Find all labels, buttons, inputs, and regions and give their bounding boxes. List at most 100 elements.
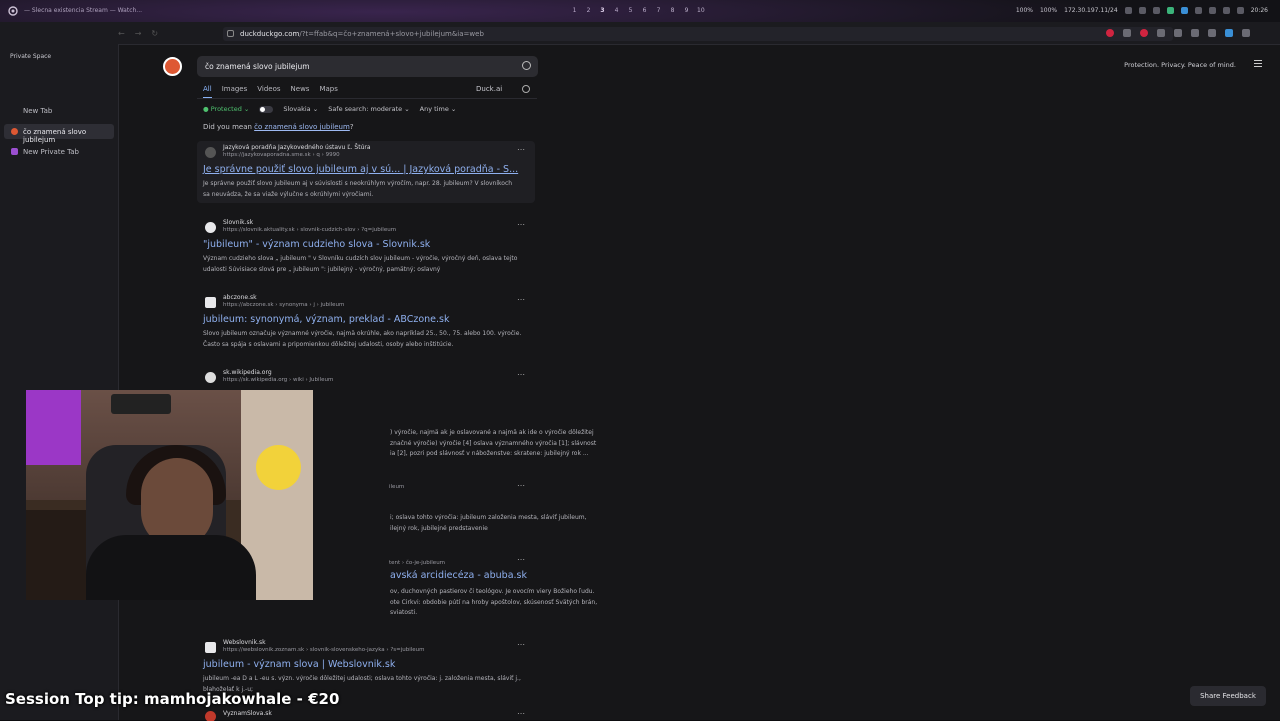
sidebar-item-current-tab[interactable]: čo znamená slovo jubilejum — [4, 124, 114, 144]
region-toggle[interactable] — [259, 105, 274, 113]
search-icon[interactable] — [522, 61, 531, 70]
private-tab-icon — [11, 148, 18, 155]
lock-icon[interactable] — [227, 30, 234, 37]
result-site-name[interactable]: VyznamSlova.sk — [223, 710, 272, 717]
workspace-7[interactable]: 7 — [655, 7, 662, 14]
workspace-3[interactable]: 3 — [599, 7, 606, 14]
duckai-link[interactable]: Duck.ai — [476, 85, 502, 93]
tray-app-icon[interactable] — [1152, 7, 1160, 14]
result-url[interactable]: https://jazykovaporadna.sme.sk › q › 999… — [223, 152, 340, 158]
extension-icon-4[interactable] — [1191, 29, 1199, 37]
tab-maps[interactable]: Maps — [319, 85, 337, 98]
more-options-icon[interactable]: ⋯ — [517, 640, 526, 649]
result-title[interactable]: jubileum: synonymá, význam, preklad - AB… — [203, 314, 450, 325]
battery-icon[interactable] — [1124, 7, 1132, 14]
address-bar[interactable]: duckduckgo.com/?t=ffab&q=čo+znamená+slov… — [223, 27, 1173, 41]
tab-images[interactable]: Images — [222, 85, 248, 98]
result-site-name[interactable]: Webslovnik.sk — [223, 639, 266, 646]
did-you-mean-link[interactable]: čo znamená slovo jubileum — [254, 123, 350, 131]
webcam-plush-toy — [256, 445, 301, 490]
forward-icon[interactable]: → — [135, 29, 142, 38]
tray-app-icon-5[interactable] — [1236, 7, 1244, 14]
sidebar-item-new-tab[interactable]: New Tab — [4, 103, 114, 118]
tab-news[interactable]: News — [291, 85, 310, 98]
extension-icon-red-2[interactable] — [1140, 29, 1148, 37]
snippet-line: udalosti Súvisiace slová pre „ jubileum … — [203, 265, 441, 273]
reload-icon[interactable]: ↻ — [151, 29, 158, 38]
search-input[interactable]: čo znamená slovo jubilejum — [197, 56, 538, 77]
extension-icon-2[interactable] — [1157, 29, 1165, 37]
result-title[interactable]: avská arcidiecéza - abuba.sk — [390, 570, 527, 581]
time-dropdown[interactable]: Any time ⌄ — [420, 105, 457, 113]
tray-app-icon-3[interactable] — [1194, 7, 1202, 14]
back-icon[interactable]: ← — [118, 29, 125, 38]
workspace-10[interactable]: 10 — [697, 7, 705, 14]
workspace-4[interactable]: 4 — [613, 7, 620, 14]
menu-icon[interactable] — [1254, 60, 1262, 67]
search-result: abczone.sk https://abczone.sk › synonyma… — [197, 291, 535, 355]
protected-dropdown[interactable]: ● Protected ⌄ — [203, 105, 249, 113]
space-label[interactable]: Private Space — [10, 53, 51, 60]
extension-icon-7[interactable] — [1242, 29, 1250, 37]
result-url[interactable]: https://slovnik.aktuality.sk › slovnik-c… — [223, 227, 396, 233]
result-url[interactable]: https://sk.wikipedia.org › wiki › Jubile… — [223, 377, 333, 383]
result-snippet: Slovo jubileum označuje významné výročie… — [203, 329, 533, 350]
workspace-2[interactable]: 2 — [585, 7, 592, 14]
workspace-5[interactable]: 5 — [627, 7, 634, 14]
extension-icon-1[interactable] — [1123, 29, 1131, 37]
snippet-line: Význam cudzieho slova „ jubileum " v Slo… — [203, 255, 518, 262]
result-url[interactable]: tent › čo-je-jubileum — [389, 560, 445, 566]
settings-icon[interactable] — [1138, 7, 1146, 14]
webcam-mic — [26, 510, 86, 600]
snippet-line: Slovo jubileum označuje významné výročie… — [203, 330, 522, 337]
duckduckgo-logo-icon[interactable] — [163, 57, 182, 76]
result-url[interactable]: https://webslovnik.zoznam.sk › slovnik-s… — [223, 647, 425, 653]
share-feedback-button[interactable]: Share Feedback — [1190, 686, 1266, 706]
result-snippet: Je správne použiť slovo jubileum aj v sú… — [203, 179, 533, 200]
workspace-8[interactable]: 8 — [669, 7, 676, 14]
workspace-9[interactable]: 9 — [683, 7, 690, 14]
snippet-line: jubileum -ea D a L -eu s. význ. výročie … — [203, 675, 521, 682]
volume-level-1[interactable]: 100% — [1016, 7, 1033, 14]
gear-icon[interactable] — [522, 85, 530, 93]
result-url[interactable]: ileum — [389, 484, 404, 490]
snippet-line: značné výročie) výročie [4] oslava význa… — [390, 439, 597, 447]
result-site-name[interactable]: sk.wikipedia.org — [223, 369, 272, 376]
more-options-icon[interactable]: ⋯ — [517, 145, 526, 154]
result-site-name[interactable]: Slovnik.sk — [223, 219, 253, 226]
region-dropdown[interactable]: Slovakia ⌄ — [283, 105, 318, 113]
bluetooth-icon[interactable] — [1180, 7, 1188, 14]
result-title[interactable]: "jubileum" - význam cudzieho slova - Slo… — [203, 239, 430, 250]
sidebar-item-new-private-tab[interactable]: New Private Tab — [4, 144, 114, 159]
more-options-icon[interactable]: ⋯ — [517, 370, 526, 379]
tray-app-icon-2[interactable] — [1166, 7, 1174, 14]
tray-app-icon-4[interactable] — [1222, 7, 1230, 14]
search-result: Slovnik.sk https://slovnik.aktuality.sk … — [197, 216, 535, 280]
site-favicon-icon — [205, 297, 216, 308]
sidebar-item-label: New Private Tab — [23, 148, 79, 156]
extension-icon-3[interactable] — [1174, 29, 1182, 37]
volume-level-2[interactable]: 100% — [1040, 7, 1057, 14]
more-options-icon[interactable]: ⋯ — [517, 481, 526, 490]
workspace-1[interactable]: 1 — [571, 7, 578, 14]
workspace-6[interactable]: 6 — [641, 7, 648, 14]
clock[interactable]: 20:26 — [1251, 7, 1268, 14]
more-options-icon[interactable]: ⋯ — [517, 295, 526, 304]
result-title[interactable]: Je správne použiť slovo jubileum aj v sú… — [203, 164, 518, 175]
tab-all[interactable]: All — [203, 85, 212, 98]
result-url[interactable]: https://abczone.sk › synonyma › j › jubi… — [223, 302, 344, 308]
more-options-icon[interactable]: ⋯ — [517, 709, 526, 718]
more-options-icon[interactable]: ⋯ — [517, 555, 526, 564]
did-you-mean: Did you mean čo znamená slovo jubileum? — [203, 123, 354, 131]
result-site-name[interactable]: abczone.sk — [223, 294, 257, 301]
safe-search-dropdown[interactable]: Safe search: moderate ⌄ — [328, 105, 409, 113]
browser-toolbar: ← → ↻ duckduckgo.com/?t=ffab&q=čo+znamen… — [118, 27, 1280, 43]
tab-videos[interactable]: Videos — [257, 85, 280, 98]
result-site-name[interactable]: Jazyková poradňa Jazykovedného ústavu Ľ.… — [223, 144, 371, 151]
result-title[interactable]: jubileum - význam slova | Webslovnik.sk — [203, 659, 395, 670]
extension-icon-6[interactable] — [1225, 29, 1233, 37]
more-options-icon[interactable]: ⋯ — [517, 220, 526, 229]
extension-icon-5[interactable] — [1208, 29, 1216, 37]
extension-icon-red[interactable] — [1106, 29, 1114, 37]
telegram-icon[interactable] — [1208, 7, 1216, 14]
